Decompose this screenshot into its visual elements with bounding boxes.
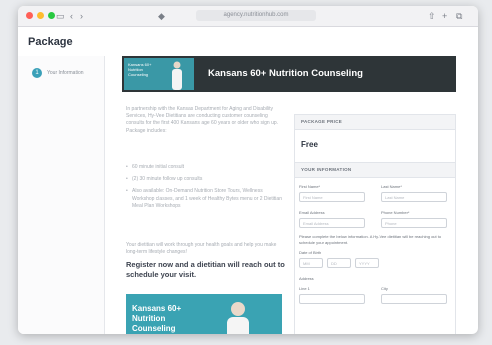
tabs-icon[interactable]: ⧉	[456, 10, 462, 22]
birth-year-input[interactable]: YYYY	[355, 258, 379, 268]
intro-paragraph: In partnership with the Kansas Departmen…	[126, 106, 279, 134]
forward-icon[interactable]: ›	[80, 10, 83, 22]
phone-label: Phone Number*	[381, 210, 410, 215]
address-line1-input[interactable]	[299, 294, 365, 304]
page-title: Package	[28, 36, 73, 48]
address-label: Address	[299, 276, 314, 281]
banner-title: Kansans 60+ Nutrition Counseling	[208, 68, 363, 79]
thumbnail-text: Kansans 60+ Nutrition Counseling	[128, 62, 152, 77]
email-field[interactable]: Email Address	[299, 218, 365, 228]
sidebar-step-your-information[interactable]: 1 Your Information	[32, 68, 84, 78]
birth-day-input[interactable]: DD	[327, 258, 351, 268]
birth-month-input[interactable]: MM	[299, 258, 323, 268]
promo-image: Kansans 60+ Nutrition Counseling	[126, 294, 282, 334]
first-name-input[interactable]: First Name	[299, 192, 365, 202]
share-icon[interactable]: ⇧	[428, 10, 436, 22]
close-window-button[interactable]	[26, 12, 33, 19]
address-line1-label: Line 1	[299, 286, 310, 291]
step-label: Your Information	[47, 70, 84, 76]
your-information-header: YOUR INFORMATION	[295, 163, 455, 178]
package-includes-list: 60 minute initial consult (2) 30 minute …	[126, 164, 282, 215]
main-content: Kansans 60+ Nutrition Counseling Kansans…	[122, 56, 478, 334]
registration-form: First Name* First Name Last Name* Last N…	[295, 178, 455, 334]
address-bar[interactable]: agency.nutritionhub.com	[196, 10, 316, 21]
minimize-window-button[interactable]	[37, 12, 44, 19]
goals-paragraph: Your dietitian will work through your he…	[126, 242, 277, 256]
browser-window: ▭ ‹ › ◆ agency.nutritionhub.com ⇧ + ⧉ Pa…	[18, 6, 478, 334]
dietitian-photo	[227, 302, 249, 334]
package-price-header: PACKAGE PRICE	[295, 115, 455, 130]
step-number-badge: 1	[32, 68, 42, 78]
registration-panel: PACKAGE PRICE Free YOUR INFORMATION Firs…	[294, 114, 456, 334]
register-call-to-action: Register now and a dietitian will reach …	[126, 260, 285, 279]
email-label: Email Address	[299, 210, 325, 215]
list-item: (2) 30 minute follow up consults	[126, 176, 282, 183]
maximize-window-button[interactable]	[48, 12, 55, 19]
city-input[interactable]	[381, 294, 447, 304]
date-of-birth-label: Date of Birth	[299, 250, 322, 255]
last-name-label: Last Name*	[381, 184, 402, 189]
dietitian-photo	[172, 61, 182, 90]
back-icon[interactable]: ‹	[70, 10, 73, 22]
package-price: Free	[295, 130, 455, 163]
phone-field[interactable]: Phone	[381, 218, 447, 228]
browser-toolbar: ▭ ‹ › ◆ agency.nutritionhub.com ⇧ + ⧉	[18, 6, 478, 27]
window-controls	[26, 12, 55, 19]
promo-title: Kansans 60+ Nutrition Counseling	[132, 304, 182, 333]
new-tab-icon[interactable]: +	[442, 10, 447, 22]
sidebar-icon[interactable]: ▭	[56, 10, 65, 22]
shield-icon[interactable]: ◆	[158, 10, 165, 22]
banner-thumbnail: Kansans 60+ Nutrition Counseling	[124, 58, 194, 90]
first-name-label: First Name*	[299, 184, 321, 189]
last-name-input[interactable]: Last Name	[381, 192, 447, 202]
list-item: Also available: On-Demand Nutrition Stor…	[126, 188, 282, 210]
city-label: City	[381, 286, 388, 291]
list-item: 60 minute initial consult	[126, 164, 282, 171]
form-note: Please complete the below information. A…	[299, 234, 442, 245]
hero-banner: Kansans 60+ Nutrition Counseling Kansans…	[122, 56, 456, 92]
sidebar: 1 Your Information	[18, 56, 105, 334]
